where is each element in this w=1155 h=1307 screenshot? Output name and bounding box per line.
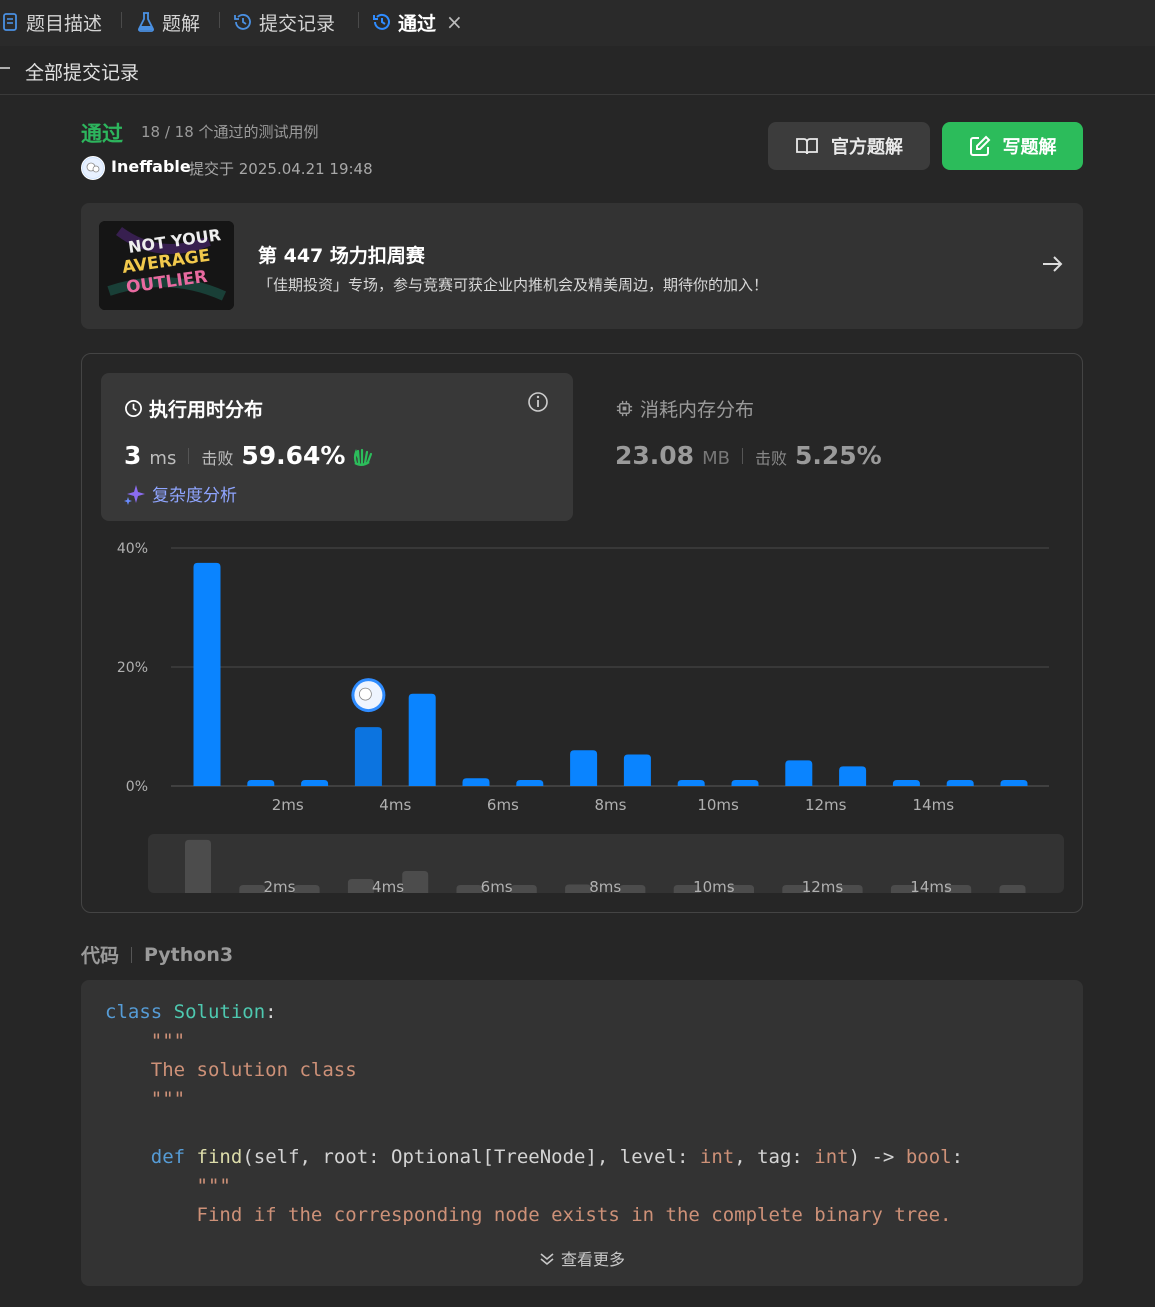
show-more-button[interactable]: 查看更多 (81, 1246, 1083, 1271)
bar (731, 780, 759, 786)
overview-bar (185, 839, 211, 893)
history-icon (233, 12, 253, 32)
code-language: Python3 (144, 943, 234, 966)
x-tick-label: 2ms (272, 796, 304, 814)
code-block[interactable]: class Solution: """ The solution class "… (81, 980, 1083, 1286)
bar (785, 760, 813, 786)
code-line: """ (105, 1030, 186, 1052)
arrow-left-icon[interactable] (0, 58, 10, 83)
official-solution-button[interactable]: 官方题解 (768, 122, 930, 170)
overview-tick-label: 10ms (693, 878, 735, 896)
tab-submissions[interactable]: 提交记录 (233, 8, 335, 36)
sub-header: 全部提交记录 (0, 46, 1155, 95)
submit-time: 提交于 2025.04.21 19:48 (189, 160, 373, 178)
tab-solutions[interactable]: 题解 (136, 8, 200, 36)
overview-bar (456, 885, 483, 893)
bar (301, 780, 329, 786)
tab-divider (358, 12, 359, 28)
tab-label: 通过 (398, 12, 437, 35)
close-icon[interactable]: × (446, 10, 463, 34)
runtime-distribution-chart[interactable]: 0% 20% 40% 2ms 4ms 6ms 8ms 10ms 12ms 14ms 2ms 4ms 6m… (82, 354, 1082, 912)
tab-divider (219, 12, 220, 28)
overview-tick-label: 14ms (910, 878, 952, 896)
x-tick-label: 4ms (379, 796, 411, 814)
book-icon (795, 136, 819, 156)
show-more-label: 查看更多 (560, 1250, 625, 1269)
x-tick-label: 10ms (697, 796, 739, 814)
bar (839, 766, 867, 786)
code-line: class Solution: (105, 1001, 277, 1023)
overview-bar (402, 871, 429, 893)
write-solution-button[interactable]: 写题解 (942, 122, 1083, 170)
contest-description: 「佳期投资」专场，参与竞赛可获企业内推机会及精美周边，期待你的加入！ (258, 276, 769, 294)
code-line: def find(self, root: Optional[TreeNode],… (150, 1146, 964, 1168)
x-tick-label: 8ms (595, 796, 627, 814)
write-solution-label: 写题解 (1002, 137, 1057, 158)
code-content: class Solution: """ The solution class "… (105, 998, 963, 1230)
bar (193, 562, 221, 786)
bar (570, 750, 598, 786)
code-header: 代码 Python3 (81, 941, 233, 968)
overview-tick-label: 6ms (481, 878, 513, 896)
overview-bar (619, 885, 646, 893)
code-line: """ (105, 1088, 186, 1110)
distribution-panel: 执行用时分布 3 ms 击败 59.64% 复杂度分析 消耗内存分布 23.08… (81, 353, 1083, 913)
overview-bar (293, 885, 320, 893)
arrow-right-icon[interactable] (1041, 253, 1063, 279)
bar (623, 754, 651, 786)
code-line: Find if the corresponding node exists in… (105, 1204, 952, 1226)
bar (892, 780, 920, 786)
tab-description[interactable]: 题目描述 (0, 8, 102, 36)
contest-title: 第 447 场力扣周赛 (258, 245, 425, 267)
bar (354, 727, 382, 786)
document-icon (0, 12, 20, 32)
x-tick-label: 6ms (487, 796, 519, 814)
user-marker-face (358, 687, 372, 701)
x-tick-label: 14ms (913, 796, 955, 814)
divider (131, 946, 133, 963)
overview-tick-label: 12ms (802, 878, 844, 896)
status-accepted: 通过 (81, 122, 123, 146)
bar (516, 780, 544, 786)
y-tick-label: 20% (117, 660, 148, 676)
tab-label: 题解 (162, 12, 201, 35)
y-tick-label: 40% (117, 541, 148, 557)
tab-label: 题目描述 (26, 12, 103, 35)
tab-accepted[interactable]: 通过 × (372, 8, 463, 36)
x-tick-label: 12ms (805, 796, 847, 814)
edit-icon (969, 135, 991, 157)
flask-icon (136, 12, 156, 32)
official-solution-label: 官方题解 (831, 137, 903, 158)
y-tick-label: 0% (126, 779, 148, 795)
bar (462, 778, 490, 786)
tab-divider (121, 12, 122, 28)
code-line: """ (105, 1175, 231, 1197)
history-icon (372, 12, 392, 32)
overview-bar (999, 885, 1026, 893)
overview-bar (565, 884, 592, 893)
tab-label: 提交记录 (259, 12, 336, 35)
bar (1000, 780, 1028, 786)
code-line: The solution class (105, 1059, 357, 1081)
contest-banner[interactable]: NOT YOUR AVERAGE OUTLIER 第 447 场力扣周赛 「佳期… (81, 203, 1083, 329)
contest-banner-image: NOT YOUR AVERAGE OUTLIER (99, 221, 234, 310)
overview-bar (510, 885, 537, 893)
avatar[interactable] (81, 156, 105, 180)
bar (946, 780, 974, 786)
test-cases-summary: 18 / 18 个通过的测试用例 (141, 123, 319, 141)
bar (247, 780, 275, 786)
username[interactable]: Ineffable (111, 157, 191, 176)
chevrons-down-icon (539, 1251, 555, 1271)
overview-bar (239, 885, 266, 893)
overview-tick-label: 8ms (589, 878, 621, 896)
overview-tick-label: 2ms (263, 878, 295, 896)
tab-bar: 题目描述 题解 提交记录 通过 × (0, 0, 1155, 46)
bar (677, 780, 705, 786)
overview-tick-label: 4ms (372, 878, 404, 896)
code-label: 代码 (81, 945, 120, 967)
page-title[interactable]: 全部提交记录 (25, 58, 139, 85)
bar (408, 693, 436, 786)
overview-bar (347, 878, 374, 893)
